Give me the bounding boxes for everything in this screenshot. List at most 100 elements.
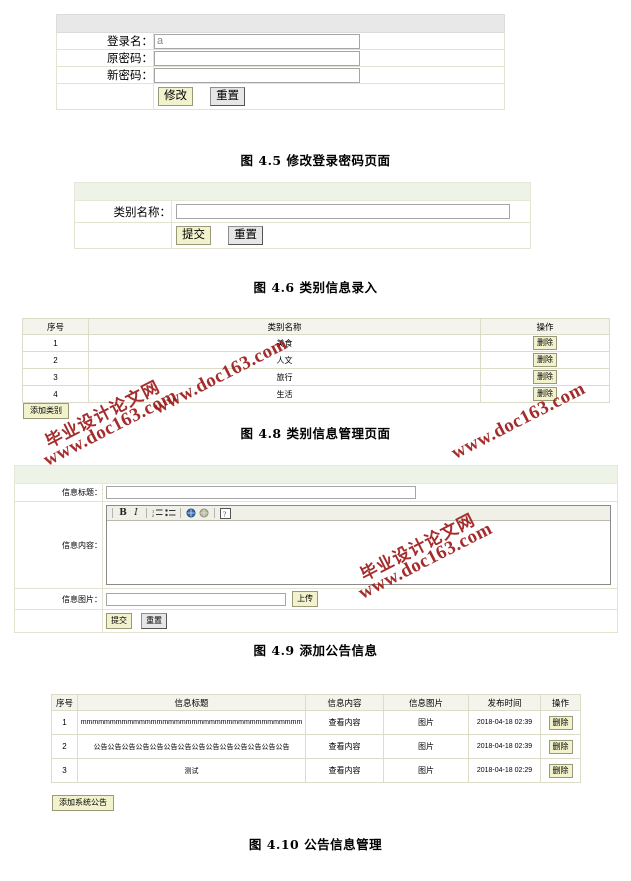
info-image-input[interactable]	[106, 592, 286, 606]
cell-image-link[interactable]: 图片	[383, 734, 469, 759]
document-page: 登录名： 原密码： 新密码： 修改	[0, 0, 631, 881]
category-table-body: 1 美食 删除 2 人文 删除 3 旅行 删除 4 生活 删除	[22, 334, 610, 403]
info-image-label: 信息图片：	[14, 588, 103, 610]
cell-index: 3	[22, 368, 89, 386]
table-row: 3 旅行 删除	[22, 368, 610, 386]
caption-fig-4-5: 图 4.5 修改登录密码页面	[240, 153, 391, 168]
table-header-row: 序号 信息标题 信息内容 信息图片 发布时间 操作	[51, 694, 581, 711]
form-row-old-password: 原密码：	[56, 49, 505, 67]
cell-info-title: 测试	[77, 758, 306, 783]
category-form-header-bar	[74, 182, 531, 201]
caption-fig-4-8: 图 4.8 类别信息管理页面	[240, 426, 391, 441]
column-header-category-name: 类别名称	[88, 318, 481, 335]
announcement-form-actions: 提交 重置	[14, 609, 618, 633]
caption-fig-4-6: 图 4.6 类别信息录入	[253, 280, 378, 295]
form-row-login-name: 登录名：	[56, 32, 505, 50]
table-row: 2 公告公告公告公告公告公告公告公告公告公告公告公告公告公告 查看内容 图片 2…	[51, 734, 581, 759]
cell-category-name: 生活	[88, 385, 481, 403]
new-password-label: 新密码：	[56, 66, 154, 84]
rich-text-editor[interactable]: B I 12 ?	[106, 505, 611, 585]
column-header-publish-time: 发布时间	[468, 694, 541, 711]
cell-index: 1	[51, 710, 78, 735]
reset-button[interactable]: 重置	[228, 226, 264, 245]
announcement-form-header-bar	[14, 465, 618, 484]
cell-info-title: mmmmmmmmmmmmmmmmmmmmmmmmmmmmmmmmmmmmmm	[77, 710, 306, 735]
cell-view-content-link[interactable]: 查看内容	[305, 758, 384, 783]
table-row: 1 mmmmmmmmmmmmmmmmmmmmmmmmmmmmmmmmmmmmmm…	[51, 710, 581, 735]
svg-text:2: 2	[152, 513, 155, 518]
cell-category-name: 旅行	[88, 368, 481, 386]
delete-button[interactable]: 删除	[533, 336, 557, 350]
delete-button[interactable]: 删除	[548, 763, 573, 778]
table-row: 1 美食 删除	[22, 334, 610, 352]
column-header-info-content: 信息内容	[305, 694, 384, 711]
unordered-list-icon[interactable]	[164, 507, 176, 519]
add-category-button[interactable]: 添加类别	[23, 403, 69, 419]
form-row-info-title: 信息标题：	[14, 483, 618, 502]
cell-image-link[interactable]: 图片	[383, 710, 469, 735]
editor-content-area[interactable]	[107, 521, 610, 584]
svg-text:?: ?	[223, 510, 226, 518]
toolbar-divider	[180, 508, 181, 518]
column-header-index: 序号	[51, 694, 78, 711]
reset-button[interactable]: 重置	[141, 613, 168, 629]
delete-button[interactable]: 删除	[533, 387, 557, 401]
modify-button[interactable]: 修改	[158, 87, 193, 106]
form-row-new-password: 新密码：	[56, 66, 505, 84]
info-title-label: 信息标题：	[14, 483, 103, 502]
add-announcement-button[interactable]: 添加系统公告	[52, 795, 114, 811]
cell-info-title: 公告公告公告公告公告公告公告公告公告公告公告公告公告公告	[77, 734, 306, 759]
category-management-table: 序号 类别名称 操作 1 美食 删除 2 人文 删除 3 旅行 删除 4 生活 …	[22, 318, 610, 403]
cell-image-link[interactable]: 图片	[383, 758, 469, 783]
cell-index: 2	[51, 734, 78, 759]
table-row: 2 人文 删除	[22, 351, 610, 369]
cell-category-name: 人文	[88, 351, 481, 369]
cell-publish-time: 2018-04-18 02:39	[468, 710, 541, 735]
cell-view-content-link[interactable]: 查看内容	[305, 734, 384, 759]
cell-category-name: 美食	[88, 334, 481, 352]
form-row-actions: 修改 重置	[56, 83, 505, 110]
delete-button[interactable]: 删除	[533, 370, 557, 384]
login-name-input[interactable]	[154, 33, 360, 49]
category-name-input[interactable]	[176, 204, 510, 219]
upload-button[interactable]: 上传	[292, 591, 319, 607]
cell-index: 3	[51, 758, 78, 783]
cell-view-content-link[interactable]: 查看内容	[305, 710, 384, 735]
ordered-list-icon[interactable]: 12	[151, 507, 163, 519]
help-icon[interactable]: ?	[219, 507, 231, 519]
cell-publish-time: 2018-04-18 02:39	[468, 734, 541, 759]
delete-button[interactable]: 删除	[548, 739, 573, 754]
cell-index: 4	[22, 385, 89, 403]
info-content-label: 信息内容：	[14, 501, 103, 589]
column-header-action: 操作	[540, 694, 581, 711]
form-row-info-content: 信息内容： B I 12 ?	[14, 501, 618, 589]
reset-button[interactable]: 重置	[210, 87, 246, 106]
column-header-action: 操作	[480, 318, 610, 335]
cell-index: 2	[22, 351, 89, 369]
new-password-input[interactable]	[154, 67, 360, 83]
info-title-input[interactable]	[106, 486, 416, 499]
insert-link-icon[interactable]	[185, 507, 197, 519]
column-header-index: 序号	[22, 318, 89, 335]
column-header-info-image: 信息图片	[383, 694, 469, 711]
submit-button[interactable]: 提交	[106, 613, 132, 629]
table-row: 3 测试 查看内容 图片 2018-04-18 02:29 删除	[51, 758, 581, 783]
old-password-label: 原密码：	[56, 49, 154, 67]
insert-image-icon[interactable]	[198, 507, 210, 519]
form-row-info-image: 信息图片： 上传	[14, 588, 618, 610]
delete-button[interactable]: 删除	[548, 715, 573, 730]
caption-fig-4-9: 图 4.9 添加公告信息	[253, 643, 378, 658]
submit-button[interactable]: 提交	[176, 226, 211, 245]
category-entry-form: 类别名称： 提交 重置	[74, 182, 531, 249]
bold-icon[interactable]: B	[117, 507, 129, 519]
add-announcement-form: 信息标题： 信息内容： B I 12 ? 信息图片： 上传 提交 重置	[14, 465, 618, 633]
delete-button[interactable]: 删除	[533, 353, 557, 367]
italic-icon[interactable]: I	[130, 507, 142, 519]
old-password-input[interactable]	[154, 50, 360, 66]
column-header-info-title: 信息标题	[77, 694, 306, 711]
toolbar-divider	[146, 508, 147, 518]
announcement-management-table: 序号 信息标题 信息内容 信息图片 发布时间 操作 1 mmmmmmmmmmmm…	[51, 694, 581, 783]
toolbar-divider	[214, 508, 215, 518]
caption-fig-4-10: 图 4.10 公告信息管理	[248, 837, 383, 852]
table-row: 4 生活 删除	[22, 385, 610, 403]
